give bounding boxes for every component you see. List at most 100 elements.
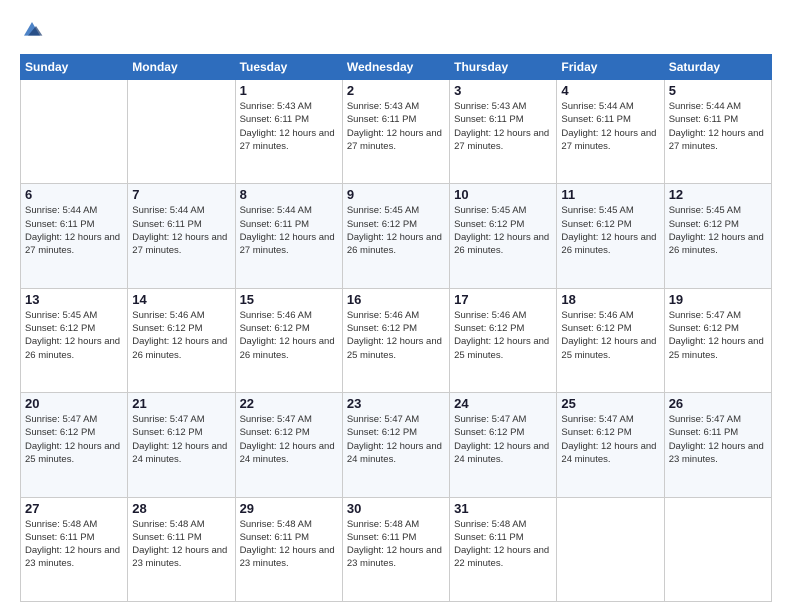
day-number: 23 [347, 396, 445, 411]
calendar-cell: 14 Sunrise: 5:46 AM Sunset: 6:12 PM Dayli… [128, 288, 235, 392]
day-number: 7 [132, 187, 230, 202]
calendar-cell: 29 Sunrise: 5:48 AM Sunset: 6:11 PM Dayli… [235, 497, 342, 601]
day-number: 6 [25, 187, 123, 202]
weekday-header-row: SundayMondayTuesdayWednesdayThursdayFrid… [21, 55, 772, 80]
day-number: 26 [669, 396, 767, 411]
day-number: 18 [561, 292, 659, 307]
day-info: Sunrise: 5:43 AM Sunset: 6:11 PM Dayligh… [454, 100, 552, 153]
day-info: Sunrise: 5:48 AM Sunset: 6:11 PM Dayligh… [25, 518, 123, 571]
day-number: 22 [240, 396, 338, 411]
calendar-cell: 9 Sunrise: 5:45 AM Sunset: 6:12 PM Daylig… [342, 184, 449, 288]
day-info: Sunrise: 5:45 AM Sunset: 6:12 PM Dayligh… [347, 204, 445, 257]
calendar-cell: 6 Sunrise: 5:44 AM Sunset: 6:11 PM Daylig… [21, 184, 128, 288]
calendar-week-row: 1 Sunrise: 5:43 AM Sunset: 6:11 PM Daylig… [21, 80, 772, 184]
day-number: 12 [669, 187, 767, 202]
calendar-cell: 2 Sunrise: 5:43 AM Sunset: 6:11 PM Daylig… [342, 80, 449, 184]
logo-icon [20, 18, 44, 42]
day-number: 17 [454, 292, 552, 307]
day-number: 28 [132, 501, 230, 516]
day-number: 29 [240, 501, 338, 516]
calendar-cell [664, 497, 771, 601]
day-number: 15 [240, 292, 338, 307]
day-info: Sunrise: 5:46 AM Sunset: 6:12 PM Dayligh… [347, 309, 445, 362]
calendar-table: SundayMondayTuesdayWednesdayThursdayFrid… [20, 54, 772, 602]
calendar-cell: 25 Sunrise: 5:47 AM Sunset: 6:12 PM Dayli… [557, 393, 664, 497]
day-info: Sunrise: 5:47 AM Sunset: 6:12 PM Dayligh… [561, 413, 659, 466]
weekday-header-wednesday: Wednesday [342, 55, 449, 80]
header [20, 18, 772, 44]
day-info: Sunrise: 5:44 AM Sunset: 6:11 PM Dayligh… [25, 204, 123, 257]
calendar-cell: 12 Sunrise: 5:45 AM Sunset: 6:12 PM Dayli… [664, 184, 771, 288]
calendar-cell: 4 Sunrise: 5:44 AM Sunset: 6:11 PM Daylig… [557, 80, 664, 184]
day-info: Sunrise: 5:44 AM Sunset: 6:11 PM Dayligh… [132, 204, 230, 257]
day-info: Sunrise: 5:45 AM Sunset: 6:12 PM Dayligh… [669, 204, 767, 257]
calendar-cell: 28 Sunrise: 5:48 AM Sunset: 6:11 PM Dayli… [128, 497, 235, 601]
weekday-header-thursday: Thursday [450, 55, 557, 80]
day-number: 20 [25, 396, 123, 411]
day-info: Sunrise: 5:48 AM Sunset: 6:11 PM Dayligh… [347, 518, 445, 571]
weekday-header-friday: Friday [557, 55, 664, 80]
calendar-cell: 27Sunrise: 5:48 AM Sunset: 6:11 PM Dayli… [21, 497, 128, 601]
day-info: Sunrise: 5:47 AM Sunset: 6:12 PM Dayligh… [132, 413, 230, 466]
calendar-cell [557, 497, 664, 601]
weekday-header-saturday: Saturday [664, 55, 771, 80]
calendar-cell: 13 Sunrise: 5:45 AM Sunset: 6:12 PM Dayli… [21, 288, 128, 392]
day-info: Sunrise: 5:48 AM Sunset: 6:11 PM Dayligh… [240, 518, 338, 571]
calendar-cell: 20Sunrise: 5:47 AM Sunset: 6:12 PM Dayli… [21, 393, 128, 497]
calendar-cell: 5 Sunrise: 5:44 AM Sunset: 6:11 PM Daylig… [664, 80, 771, 184]
day-number: 21 [132, 396, 230, 411]
calendar-cell [128, 80, 235, 184]
weekday-header-monday: Monday [128, 55, 235, 80]
calendar-week-row: 6 Sunrise: 5:44 AM Sunset: 6:11 PM Daylig… [21, 184, 772, 288]
day-number: 19 [669, 292, 767, 307]
calendar-cell: 18 Sunrise: 5:46 AM Sunset: 6:12 PM Dayli… [557, 288, 664, 392]
calendar-cell: 15 Sunrise: 5:46 AM Sunset: 6:12 PM Dayli… [235, 288, 342, 392]
day-number: 9 [347, 187, 445, 202]
day-info: Sunrise: 5:45 AM Sunset: 6:12 PM Dayligh… [561, 204, 659, 257]
weekday-header-tuesday: Tuesday [235, 55, 342, 80]
day-number: 10 [454, 187, 552, 202]
day-number: 25 [561, 396, 659, 411]
day-info: Sunrise: 5:46 AM Sunset: 6:12 PM Dayligh… [132, 309, 230, 362]
calendar-cell: 19 Sunrise: 5:47 AM Sunset: 6:12 PM Dayli… [664, 288, 771, 392]
day-number: 4 [561, 83, 659, 98]
calendar-cell: 7 Sunrise: 5:44 AM Sunset: 6:11 PM Daylig… [128, 184, 235, 288]
day-info: Sunrise: 5:44 AM Sunset: 6:11 PM Dayligh… [669, 100, 767, 153]
calendar-cell: 24Sunrise: 5:47 AM Sunset: 6:12 PM Dayli… [450, 393, 557, 497]
day-info: Sunrise: 5:44 AM Sunset: 6:11 PM Dayligh… [561, 100, 659, 153]
day-number: 5 [669, 83, 767, 98]
day-info: Sunrise: 5:44 AM Sunset: 6:11 PM Dayligh… [240, 204, 338, 257]
calendar-cell: 31Sunrise: 5:48 AM Sunset: 6:11 PM Dayli… [450, 497, 557, 601]
calendar-cell: 11 Sunrise: 5:45 AM Sunset: 6:12 PM Dayli… [557, 184, 664, 288]
day-number: 16 [347, 292, 445, 307]
calendar-cell: 26 Sunrise: 5:47 AM Sunset: 6:11 PM Dayli… [664, 393, 771, 497]
day-number: 24 [454, 396, 552, 411]
day-number: 11 [561, 187, 659, 202]
day-number: 14 [132, 292, 230, 307]
calendar-cell: 21 Sunrise: 5:47 AM Sunset: 6:12 PM Dayli… [128, 393, 235, 497]
day-info: Sunrise: 5:46 AM Sunset: 6:12 PM Dayligh… [454, 309, 552, 362]
calendar-week-row: 20 Sunrise: 5:47 AM Sunset: 6:12 PM Dayli… [21, 393, 772, 497]
day-info: Sunrise: 5:47 AM Sunset: 6:12 PM Dayligh… [669, 309, 767, 362]
day-info: Sunrise: 5:43 AM Sunset: 6:11 PM Dayligh… [347, 100, 445, 153]
calendar-cell: 10 Sunrise: 5:45 AM Sunset: 6:12 PM Dayli… [450, 184, 557, 288]
calendar-cell: 23Sunrise: 5:47 AM Sunset: 6:12 PM Dayli… [342, 393, 449, 497]
day-info: Sunrise: 5:46 AM Sunset: 6:12 PM Dayligh… [240, 309, 338, 362]
calendar-week-row: 27Sunrise: 5:48 AM Sunset: 6:11 PM Dayli… [21, 497, 772, 601]
day-info: Sunrise: 5:47 AM Sunset: 6:11 PM Dayligh… [669, 413, 767, 466]
calendar-cell: 22Sunrise: 5:47 AM Sunset: 6:12 PM Dayli… [235, 393, 342, 497]
day-info: Sunrise: 5:48 AM Sunset: 6:11 PM Dayligh… [132, 518, 230, 571]
page: SundayMondayTuesdayWednesdayThursdayFrid… [0, 0, 792, 612]
day-info: Sunrise: 5:43 AM Sunset: 6:11 PM Dayligh… [240, 100, 338, 153]
day-info: Sunrise: 5:45 AM Sunset: 6:12 PM Dayligh… [25, 309, 123, 362]
day-number: 30 [347, 501, 445, 516]
day-info: Sunrise: 5:46 AM Sunset: 6:12 PM Dayligh… [561, 309, 659, 362]
day-number: 2 [347, 83, 445, 98]
calendar-cell: 1 Sunrise: 5:43 AM Sunset: 6:11 PM Daylig… [235, 80, 342, 184]
day-number: 8 [240, 187, 338, 202]
day-number: 3 [454, 83, 552, 98]
calendar-cell: 3 Sunrise: 5:43 AM Sunset: 6:11 PM Daylig… [450, 80, 557, 184]
day-info: Sunrise: 5:45 AM Sunset: 6:12 PM Dayligh… [454, 204, 552, 257]
day-number: 1 [240, 83, 338, 98]
day-number: 13 [25, 292, 123, 307]
